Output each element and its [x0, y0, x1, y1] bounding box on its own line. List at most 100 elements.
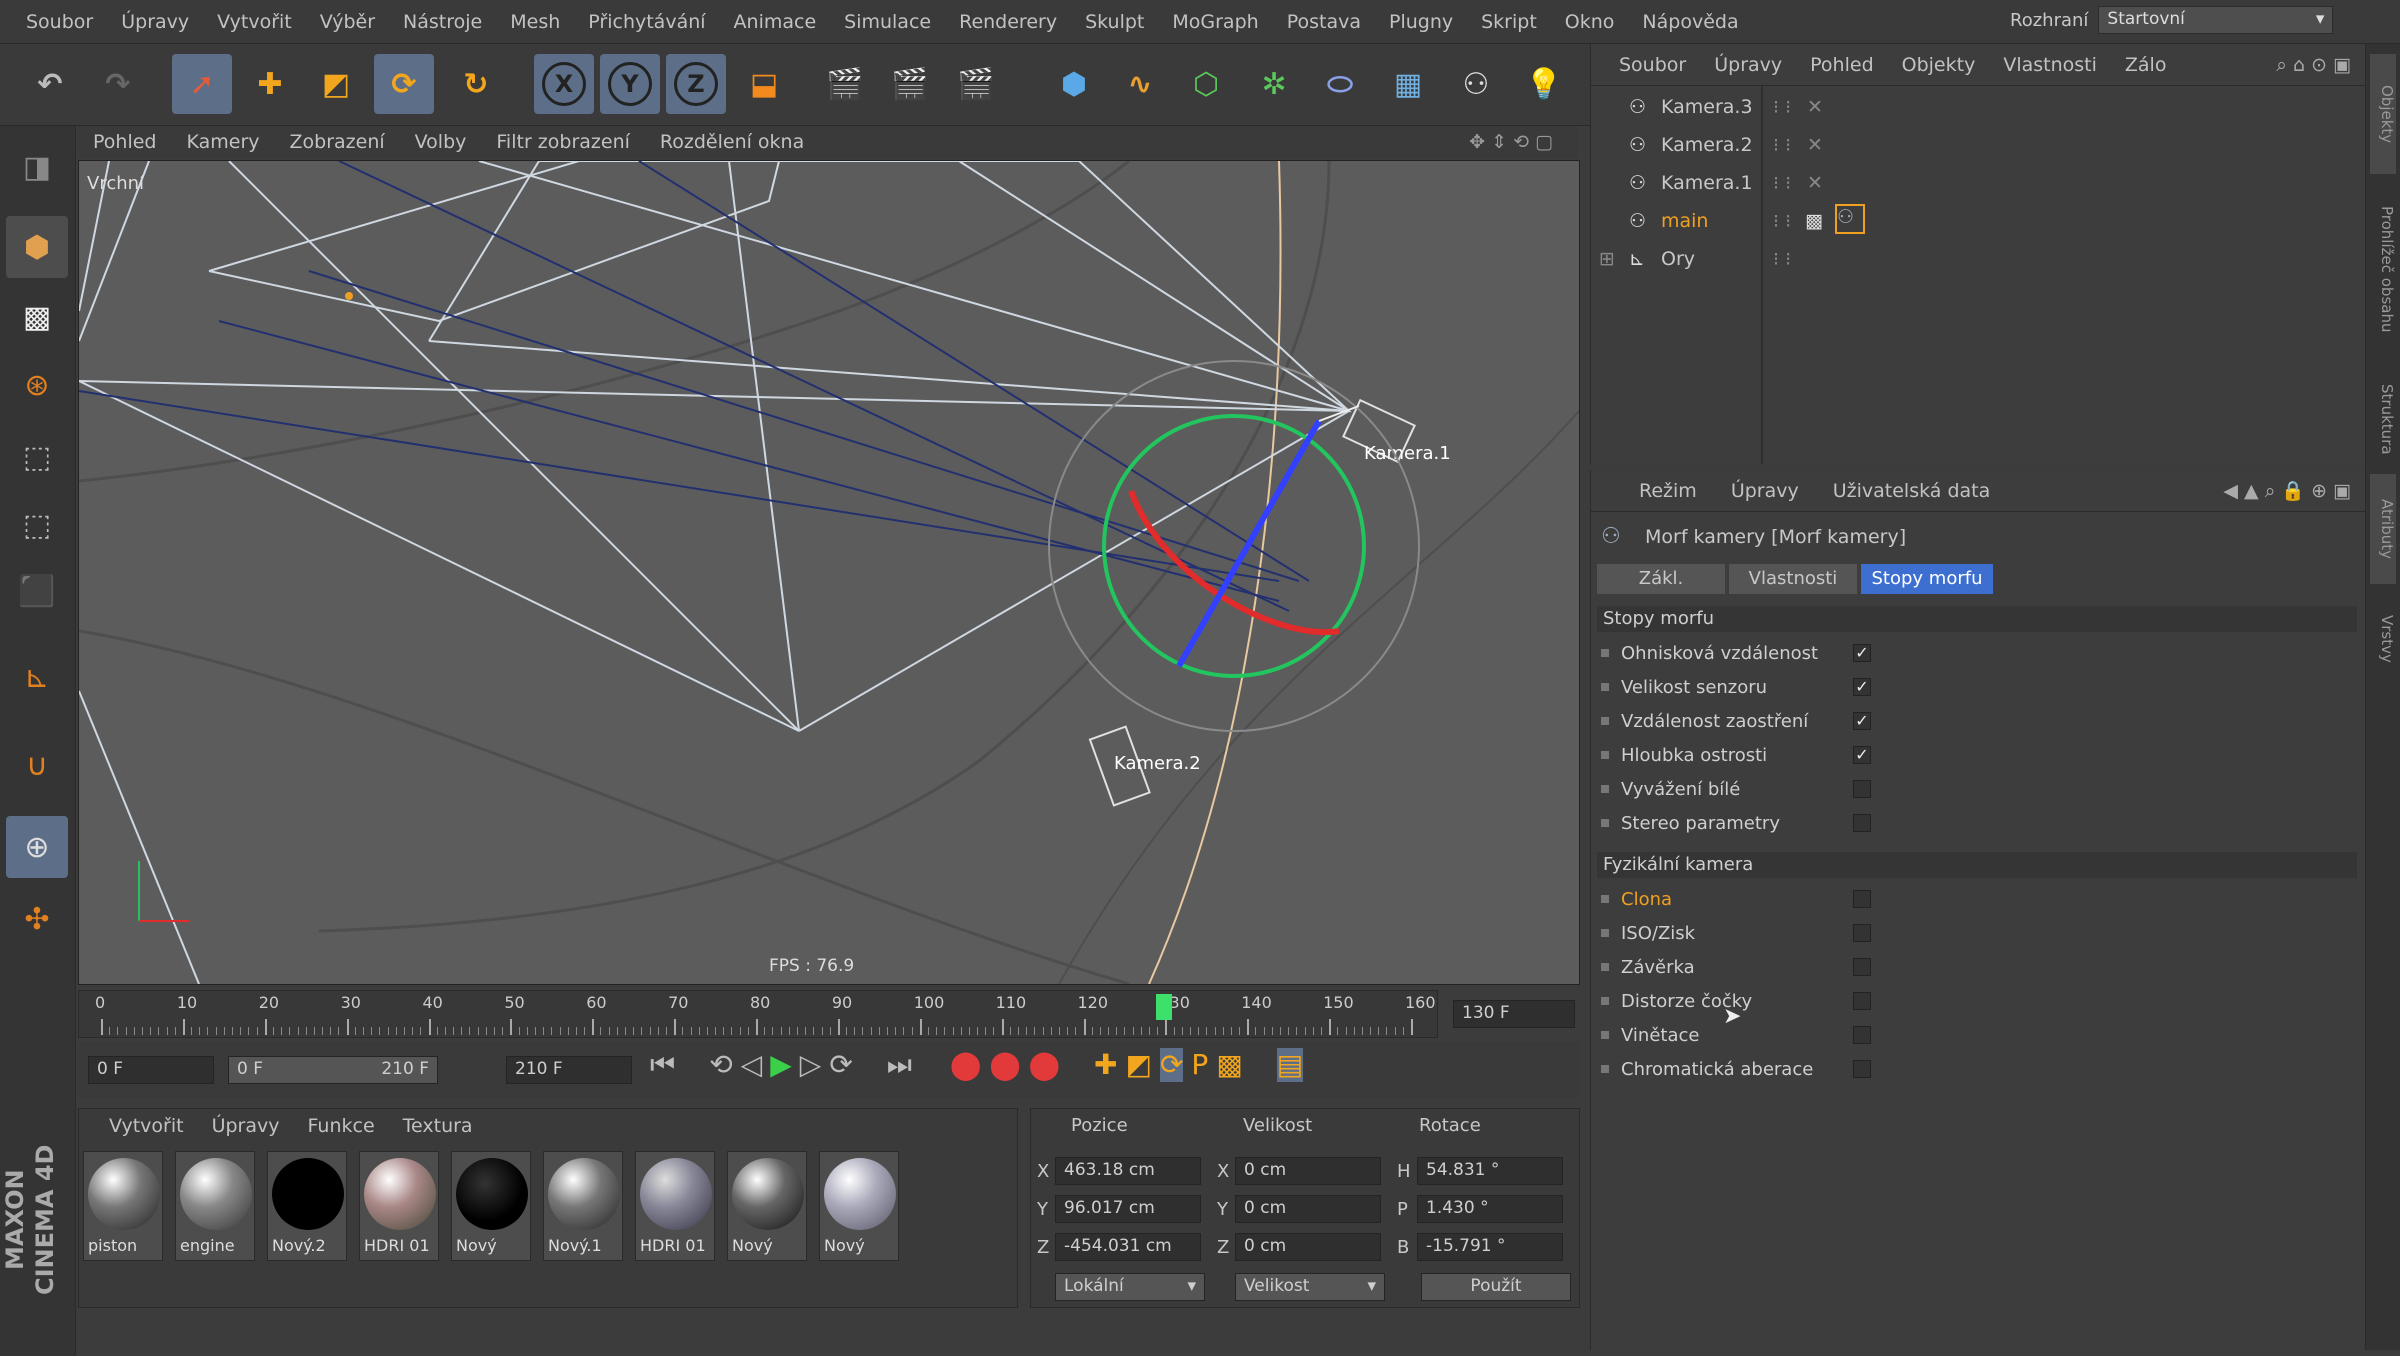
- track-checkbox[interactable]: [1853, 1060, 1871, 1078]
- track-row[interactable]: ISO/Zisk: [1601, 918, 2351, 948]
- animate-dot-icon[interactable]: [1601, 929, 1609, 937]
- rot-h-field[interactable]: 54.831 °: [1417, 1157, 1563, 1185]
- recent-tool-icon[interactable]: ↻: [446, 54, 506, 114]
- vp-menu-filtr[interactable]: Filtr zobrazení: [481, 131, 645, 153]
- render-settings-icon[interactable]: 🎬: [946, 54, 1006, 114]
- start-frame-field[interactable]: 0 F: [88, 1056, 214, 1084]
- key-rotation-icon[interactable]: ⟳: [1159, 1048, 1184, 1082]
- material-swatch[interactable]: Nový: [819, 1151, 899, 1261]
- track-checkbox[interactable]: ✓: [1853, 644, 1871, 662]
- material-swatch[interactable]: Nový.2: [267, 1151, 347, 1261]
- track-row[interactable]: Stereo parametry: [1601, 808, 2351, 838]
- search-icon[interactable]: ⌕ ⌂ ⊙ ▣: [2276, 54, 2351, 76]
- sidebar-tab-vrstvy[interactable]: Vrstvy: [2370, 594, 2396, 684]
- track-checkbox[interactable]: [1853, 958, 1871, 976]
- next-frame-icon[interactable]: ▷: [800, 1048, 822, 1082]
- sidebar-tab-atributy[interactable]: Atributy: [2370, 474, 2396, 584]
- track-checkbox[interactable]: [1853, 780, 1871, 798]
- track-checkbox[interactable]: [1853, 992, 1871, 1010]
- timeline-ruler[interactable]: 0 10 20 30 40 50 60 70 80 90 100 110 120 130 140 150 160: [78, 990, 1438, 1038]
- menu-postava[interactable]: Postava: [1273, 11, 1375, 33]
- menu-animace[interactable]: Animace: [720, 11, 831, 33]
- vp-menu-rozdeleni[interactable]: Rozdělení okna: [645, 131, 819, 153]
- animate-dot-icon[interactable]: [1601, 963, 1609, 971]
- object-row-ory[interactable]: ⊞ ⊾ Ory ⁝ ⁝: [1591, 248, 2366, 284]
- animate-dot-icon[interactable]: [1601, 785, 1609, 793]
- mat-menu-vytvorit[interactable]: Vytvořit: [109, 1115, 184, 1137]
- subdivision-icon[interactable]: ⬡: [1176, 54, 1236, 114]
- coordinate-system-icon[interactable]: ⬓: [734, 54, 794, 114]
- material-swatch[interactable]: Nový: [727, 1151, 807, 1261]
- obj-menu-zalo[interactable]: Zálo: [2125, 54, 2167, 76]
- deformer-icon[interactable]: ⬭: [1310, 54, 1370, 114]
- vp-menu-kamery[interactable]: Kamery: [171, 131, 274, 153]
- apply-button[interactable]: Použít: [1421, 1273, 1571, 1301]
- menu-soubor[interactable]: Soubor: [12, 11, 107, 33]
- key-pla-icon[interactable]: ▩: [1216, 1048, 1242, 1082]
- keyframe-selection-icon[interactable]: ⬤: [1029, 1048, 1060, 1082]
- menu-mograph[interactable]: MoGraph: [1158, 11, 1272, 33]
- track-checkbox[interactable]: [1853, 814, 1871, 832]
- object-row-main[interactable]: ⚇ main ⁝ ⁝ ▩ ⚇: [1591, 204, 2366, 246]
- menu-simulace[interactable]: Simulace: [830, 11, 945, 33]
- pos-y-field[interactable]: 96.017 cm: [1055, 1195, 1201, 1223]
- visibility-dots-icon[interactable]: ⁝ ⁝: [1773, 134, 1791, 156]
- track-checkbox[interactable]: ✓: [1853, 712, 1871, 730]
- obj-menu-soubor[interactable]: Soubor: [1619, 54, 1686, 76]
- preview-range-slider[interactable]: 0 F 210 F: [228, 1056, 438, 1084]
- make-editable-icon[interactable]: ◨: [6, 136, 68, 198]
- track-row[interactable]: Závěrka: [1601, 952, 2351, 982]
- workplane-icon[interactable]: ⊛: [6, 354, 68, 416]
- animate-dot-icon[interactable]: [1601, 649, 1609, 657]
- obj-menu-upravy[interactable]: Úpravy: [1714, 54, 1782, 76]
- track-row[interactable]: Vzdálenost zaostření ✓: [1601, 706, 2351, 736]
- size-z-field[interactable]: 0 cm: [1235, 1233, 1381, 1261]
- go-to-end-icon[interactable]: ⏭: [887, 1048, 912, 1082]
- tab-vlastnosti[interactable]: Vlastnosti: [1729, 564, 1857, 594]
- next-key-icon[interactable]: ⟳: [829, 1048, 852, 1082]
- animate-dot-icon[interactable]: [1601, 751, 1609, 759]
- tweak-mode-icon[interactable]: ✣: [6, 888, 68, 950]
- camera-icon[interactable]: ⚇: [1446, 54, 1506, 114]
- menu-skulpt[interactable]: Skulpt: [1071, 11, 1158, 33]
- pos-x-field[interactable]: 463.18 cm: [1055, 1157, 1201, 1185]
- object-row-kamera1[interactable]: ⚇ Kamera.1 ⁝ ⁝ ✕: [1591, 172, 2366, 208]
- menu-okno[interactable]: Okno: [1551, 11, 1629, 33]
- axis-mode-icon[interactable]: ⊾: [6, 646, 68, 708]
- axis-y-lock[interactable]: Y: [600, 54, 660, 114]
- pos-z-field[interactable]: -454.031 cm: [1055, 1233, 1201, 1261]
- track-row[interactable]: Distorze čočky: [1601, 986, 2351, 1016]
- attr-menu-rezim[interactable]: Režim: [1639, 480, 1697, 502]
- visibility-dots-icon[interactable]: ⁝ ⁝: [1773, 210, 1791, 232]
- track-checkbox[interactable]: [1853, 1026, 1871, 1044]
- layout-select[interactable]: Startovní ▾: [2098, 6, 2334, 34]
- rot-p-field[interactable]: 1.430 °: [1417, 1195, 1563, 1223]
- end-frame-field[interactable]: 210 F: [506, 1056, 632, 1084]
- key-scale-icon[interactable]: ◩: [1125, 1048, 1151, 1082]
- material-swatch[interactable]: HDRI 01: [359, 1151, 439, 1261]
- go-to-start-icon[interactable]: ⏮: [650, 1048, 675, 1082]
- menu-prichytavani[interactable]: Přichytávání: [574, 11, 719, 33]
- animate-dot-icon[interactable]: [1601, 819, 1609, 827]
- attr-menu-uzivatelska[interactable]: Uživatelská data: [1833, 480, 1991, 502]
- menu-napoveda[interactable]: Nápověda: [1628, 11, 1752, 33]
- morph-camera-tag-icon[interactable]: ⚇: [1835, 204, 1865, 234]
- track-checkbox[interactable]: ✓: [1853, 678, 1871, 696]
- vp-menu-pohled[interactable]: Pohled: [78, 131, 171, 153]
- rotate-icon[interactable]: ⟳: [374, 54, 434, 114]
- menu-mesh[interactable]: Mesh: [496, 11, 574, 33]
- animate-dot-icon[interactable]: [1601, 997, 1609, 1005]
- render-picture-viewer-icon[interactable]: 🎬: [880, 54, 940, 114]
- axis-x-lock[interactable]: X: [534, 54, 594, 114]
- menu-vytvorit[interactable]: Vytvořit: [203, 11, 306, 33]
- menu-upravy[interactable]: Úpravy: [107, 11, 203, 33]
- material-swatch[interactable]: HDRI 01: [635, 1151, 715, 1261]
- material-swatch[interactable]: Nový: [451, 1151, 531, 1261]
- tab-stopy-morfu[interactable]: Stopy morfu: [1861, 564, 1993, 594]
- track-row[interactable]: Velikost senzoru ✓: [1601, 672, 2351, 702]
- move-icon[interactable]: ✚: [240, 54, 300, 114]
- points-mode-icon[interactable]: ⬚: [6, 426, 68, 488]
- texture-mode-icon[interactable]: ▩: [6, 286, 68, 348]
- redo-icon[interactable]: ↷: [88, 54, 148, 114]
- workplane-lock-icon[interactable]: ⊕: [6, 816, 68, 878]
